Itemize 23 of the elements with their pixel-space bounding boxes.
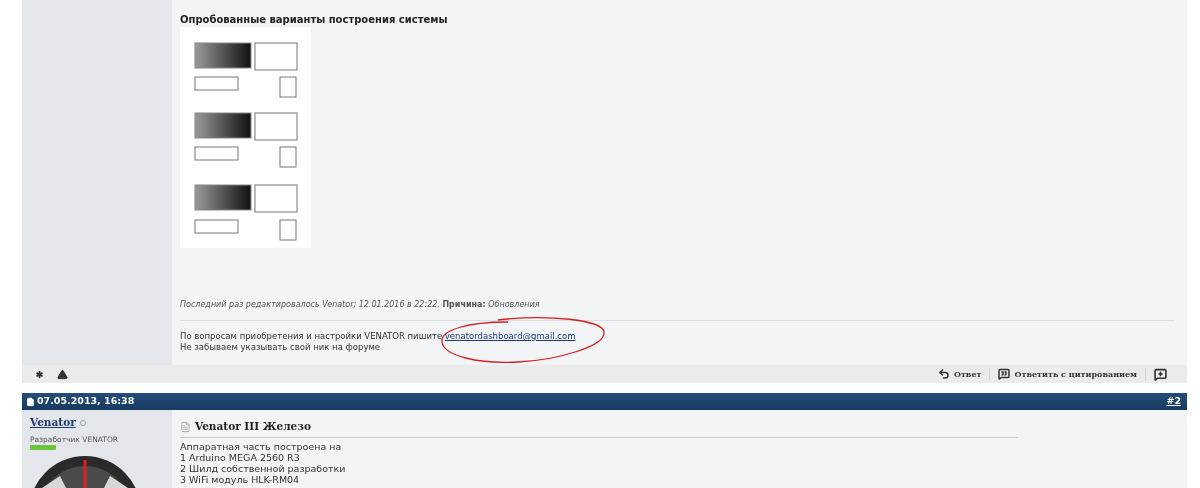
warning-icon[interactable] (57, 368, 68, 380)
post-date: 07.05.2013, 16:38 (37, 394, 135, 409)
document-icon (26, 396, 35, 407)
document-icon (180, 420, 191, 433)
reply-arrow-icon (937, 368, 950, 380)
email-link[interactable]: venatordashboard@gmail.com (444, 331, 576, 341)
reply-button[interactable]: Ответ (929, 368, 990, 380)
post-title: Venator III Железо (195, 419, 311, 434)
reply-button[interactable]: Ответить с цитированием (989, 368, 1145, 380)
post-heading: Опробованные варианты построения системы (180, 13, 449, 26)
signature-text: По вопросам приобретения и настройки VENATOR пишите venatordashboard@gmail.com (180, 331, 577, 342)
author-link[interactable]: Venator (30, 415, 76, 431)
post-text: Аппаратная часть построена на (180, 440, 343, 452)
star-icon[interactable] (34, 368, 45, 380)
edit-note: Последний раз редактировалось Venator; 12.01.2016 в 22:22. Причина: Обновления (180, 300, 1175, 321)
post-text: 2 Шилд собственной разработки (180, 462, 347, 474)
post-number-link[interactable]: #2 (1166, 394, 1181, 409)
quote-bubble-icon (998, 368, 1011, 380)
post-text: 1 Arduino MEGA 2560 R3 (180, 451, 300, 463)
reputation-bar (30, 444, 56, 450)
multi-quote-icon (1154, 367, 1167, 381)
signature-text: Не забываем указывать свой ник на форуме (180, 342, 382, 353)
post-text: 3 WiFi модуль HLK-RM04 (180, 473, 300, 485)
